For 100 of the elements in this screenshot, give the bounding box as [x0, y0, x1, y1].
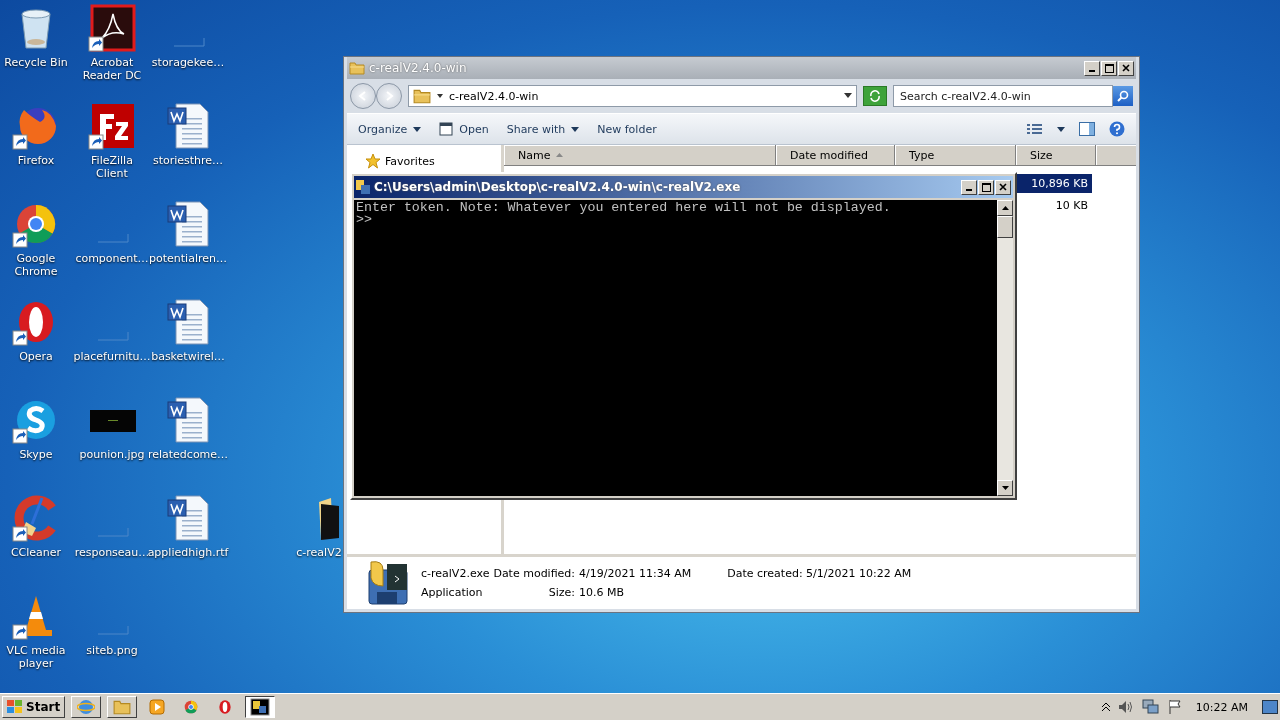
maximize-icon [981, 182, 991, 192]
scroll-up-button[interactable] [997, 200, 1013, 216]
scroll-down-button[interactable] [997, 480, 1013, 496]
clock[interactable]: 10:22 AM [1189, 700, 1254, 714]
chevron-up-icon[interactable] [1101, 702, 1110, 712]
view-list-icon[interactable] [1027, 123, 1043, 135]
size-cell[interactable]: 10 KB [1016, 196, 1092, 215]
toolbar-button[interactable]: Open [439, 122, 489, 136]
detail-label: Date modified: [493, 567, 577, 580]
document-icon[interactable] [164, 298, 212, 346]
maximize-button[interactable] [978, 179, 994, 195]
program-icon [365, 560, 409, 606]
refresh-button[interactable] [863, 86, 887, 106]
caret-icon[interactable] [1057, 126, 1065, 132]
circle-logo-icon [183, 699, 200, 715]
toolbar-button[interactable]: New folder [597, 122, 657, 136]
maximize-button[interactable] [1101, 60, 1117, 76]
window-title: c-realV2.4.0-win [369, 61, 468, 75]
preview-pane-icon[interactable] [1079, 122, 1095, 136]
caret-icon [413, 126, 422, 132]
flag-icon[interactable] [1167, 699, 1182, 715]
column-header[interactable]: Date modified [776, 145, 895, 166]
arrow-down-icon [1001, 486, 1009, 490]
search-icon [1117, 90, 1129, 102]
icon-label: Acrobat Reader DC [81, 56, 143, 82]
icon-label: FileZilla Client [90, 154, 134, 180]
icon-label: storiesthre… [152, 154, 224, 167]
folder-icon [349, 60, 365, 76]
folder-icon [113, 698, 132, 716]
chevron-icon [437, 93, 443, 99]
header-filler [1096, 145, 1136, 166]
program-icon [356, 180, 370, 194]
scroll-thumb[interactable] [997, 216, 1013, 238]
detail-label: Size: [547, 586, 577, 599]
close-button[interactable] [1118, 60, 1134, 76]
help-icon[interactable] [1109, 121, 1125, 137]
console-line: Enter token. Note: Whatever you entered here will not be displayed. [356, 202, 892, 214]
zigzag-logo-icon[interactable] [88, 102, 136, 150]
caret-icon[interactable] [844, 93, 852, 99]
back-button[interactable] [350, 83, 376, 109]
icon-label: Opera [19, 350, 53, 363]
close-icon [999, 183, 1007, 191]
size-cell[interactable]: 10,896 KB [1016, 174, 1092, 193]
toolbar-button[interactable]: Organize [358, 122, 422, 136]
folder-icon [413, 87, 431, 105]
document-icon[interactable] [164, 200, 212, 248]
toolbar-button[interactable]: Share with [506, 122, 580, 136]
detail-text: Date created: 5/1/2021 10:22 AM [727, 567, 913, 580]
close-icon [1122, 64, 1130, 72]
search-button[interactable] [1113, 86, 1133, 106]
speaker-icon[interactable] [1117, 700, 1134, 714]
icon-label: potentialren… [149, 252, 227, 265]
icon-label: CCleaner [10, 546, 62, 559]
icon-label: basketwirel… [151, 350, 225, 363]
minimize-button[interactable] [1084, 60, 1100, 76]
show-desktop-icon[interactable] [1262, 700, 1278, 714]
forward-button[interactable] [376, 83, 402, 109]
arrow-up-icon [1001, 206, 1009, 210]
minimize-button[interactable] [961, 179, 977, 195]
file-type: Application [421, 586, 484, 599]
detail-value: 10.6 MB [579, 586, 626, 599]
icon-label: Firefox [17, 154, 55, 167]
icon-label: component… [75, 252, 149, 265]
icon-label: placefurnitu… [73, 350, 151, 363]
globe-icon [77, 698, 96, 716]
icon-label: pounion.jpg [79, 448, 145, 461]
icon-label: Google Chrome [13, 252, 59, 278]
search-field[interactable]: Search c-realV2.4.0-win [893, 85, 1113, 107]
document-icon[interactable] [164, 494, 212, 542]
document-icon[interactable] [164, 396, 212, 444]
sort-arrow-icon [556, 153, 564, 157]
icon-label: relatedcome… [147, 448, 229, 461]
address-bar[interactable]: c-realV2.4.0-win [408, 85, 857, 107]
close-button[interactable] [995, 179, 1011, 195]
column-header[interactable]: Size [1016, 145, 1096, 166]
maximize-icon [1104, 63, 1114, 73]
document-icon[interactable] [164, 102, 212, 150]
column-header[interactable]: Type [895, 145, 1016, 166]
network-icon[interactable] [1141, 699, 1160, 715]
console-line: >> [356, 214, 373, 226]
icon-label: siteb.png [86, 644, 138, 657]
column-header[interactable]: Name [504, 145, 776, 166]
refresh-icon [868, 90, 882, 102]
nav-item[interactable]: Favorites [385, 154, 435, 168]
windows-flag-icon [7, 700, 23, 714]
ring-logo-icon [217, 699, 234, 715]
star-icon [365, 153, 381, 169]
scrollbar[interactable] [997, 200, 1013, 496]
program-icon [250, 698, 271, 716]
window-title: C:\Users\admin\Desktop\c-realV2.4.0-win\c-realV2.exe [374, 180, 742, 194]
icon-label: appliedhigh.rtf [147, 546, 229, 559]
icon-label: storagekee… [151, 56, 225, 69]
curl-logo-icon[interactable] [88, 4, 136, 52]
detail-value: 4/19/2021 11:34 AM [579, 567, 693, 580]
file-name: c-realV2.exe [421, 567, 491, 580]
taskbar-button[interactable] [245, 696, 276, 718]
caret-icon [571, 126, 580, 132]
play-icon [149, 699, 166, 715]
icon-label: Skype [19, 448, 53, 461]
start-button[interactable]: Start [2, 696, 66, 718]
